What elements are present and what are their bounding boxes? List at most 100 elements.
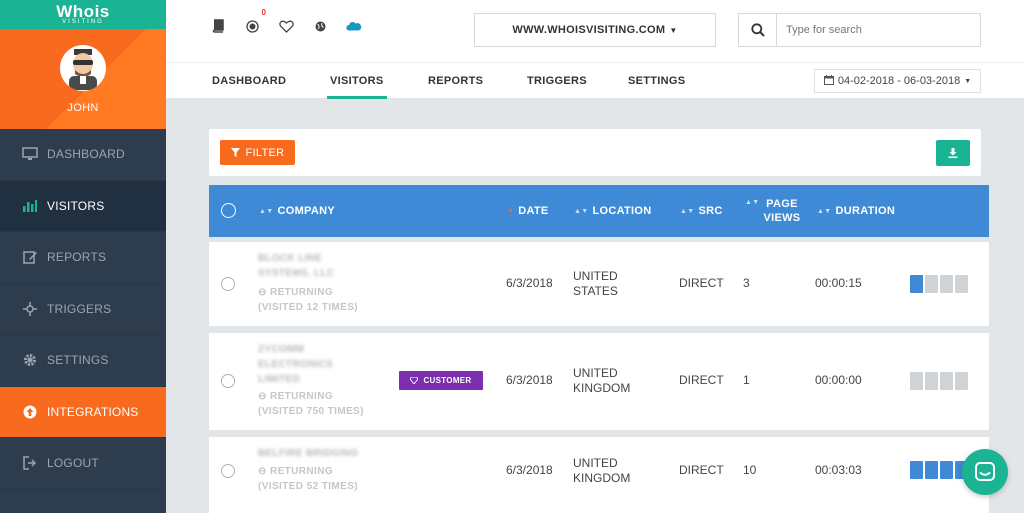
- table-header: ▲▼ COMPANY ▼ DATE ▲▼ LOCATION ▲▼ SRC ▲▼ …: [209, 185, 989, 237]
- row-page-views: 10: [743, 463, 757, 477]
- engagement-bar: [940, 275, 953, 293]
- table-row[interactable]: ZYCOMM ELECTRONICS LIMITED ⊖ RETURNING (…: [209, 333, 989, 430]
- avatar[interactable]: [60, 45, 106, 91]
- sidebar-item-label: SETTINGS: [47, 353, 109, 368]
- tab-reports[interactable]: REPORTS: [428, 63, 483, 99]
- location-line: UNITED: [573, 366, 618, 380]
- company-name[interactable]: BLOCK LINE SYSTEMS, LLC: [258, 251, 334, 281]
- filter-button[interactable]: FILTER: [220, 140, 295, 165]
- company-name-line: ELECTRONICS: [258, 359, 333, 370]
- logout-icon: [20, 456, 40, 470]
- engagement-bar: [955, 372, 968, 390]
- column-label: VIEWS: [763, 212, 801, 224]
- site-select-value: WWW.WHOISVISITING.COM: [512, 24, 666, 36]
- column-duration[interactable]: ▲▼ DURATION: [817, 185, 895, 237]
- profile-name: JOHN: [67, 102, 99, 114]
- visit-info: ⊖ RETURNING (VISITED 12 TIMES): [258, 285, 358, 315]
- sidebar-item-label: LOGOUT: [47, 456, 99, 471]
- row-src: DIRECT: [679, 463, 724, 477]
- profile-panel: JOHN: [0, 29, 166, 129]
- globe-icon[interactable]: [312, 18, 328, 34]
- column-label: COMPANY: [277, 205, 335, 217]
- row-date: 6/3/2018: [506, 276, 553, 290]
- funnel-icon: [230, 148, 240, 157]
- download-button[interactable]: [936, 140, 970, 166]
- search-button[interactable]: [739, 14, 777, 46]
- sidebar-item-triggers[interactable]: TRIGGERS: [0, 284, 166, 335]
- sidebar-item-dashboard[interactable]: DASHBOARD: [0, 129, 166, 181]
- location-line: UNITED: [573, 269, 618, 283]
- company-name-line: BELFIRE BRIDGING: [258, 448, 359, 459]
- engagement-bar: [955, 275, 968, 293]
- location-line: UNITED: [573, 456, 618, 470]
- search-icon: [750, 23, 765, 37]
- row-duration: 00:00:15: [815, 276, 862, 290]
- row-page-views: 1: [743, 373, 750, 387]
- column-label: PAGE: [766, 198, 798, 210]
- notification-icon[interactable]: 0: [244, 8, 266, 34]
- sidebar-item-reports[interactable]: REPORTS: [0, 232, 166, 284]
- returning-icon: ⊖: [258, 466, 267, 477]
- company-name-line: LIMITED: [258, 374, 301, 385]
- logo-subtext: VISITING: [62, 18, 104, 25]
- site-select[interactable]: WWW.WHOISVISITING.COM ▼: [474, 13, 716, 47]
- row-select-radio[interactable]: [221, 464, 235, 478]
- column-date[interactable]: ▼ DATE: [507, 185, 549, 237]
- row-select-radio[interactable]: [221, 277, 235, 291]
- sidebar-item-logout[interactable]: LOGOUT: [0, 438, 166, 490]
- location-line: KINGDOM: [573, 381, 631, 395]
- date-range-value: 04-02-2018 - 06-03-2018: [837, 75, 961, 87]
- sort-icon: ▼: [507, 207, 515, 215]
- select-all-radio[interactable]: [221, 203, 236, 218]
- company-name-line: ZYCOMM: [258, 344, 305, 355]
- table-row[interactable]: BLOCK LINE SYSTEMS, LLC ⊖ RETURNING (VIS…: [209, 242, 989, 326]
- row-page-views: 3: [743, 276, 750, 290]
- column-location[interactable]: ▲▼ LOCATION: [574, 185, 652, 237]
- caret-down-icon: ▼: [964, 77, 972, 85]
- heart-icon[interactable]: [278, 18, 294, 34]
- engagement-bar: [910, 275, 923, 293]
- customer-tag-label: CUSTOMER: [423, 376, 472, 385]
- salesforce-cloud-icon[interactable]: [346, 18, 362, 34]
- sidebar-item-label: REPORTS: [47, 250, 107, 265]
- column-src[interactable]: ▲▼ SRC: [680, 185, 723, 237]
- sidebar-item-integrations[interactable]: INTEGRATIONS: [0, 386, 166, 438]
- tab-settings[interactable]: SETTINGS: [628, 63, 685, 99]
- date-range-picker[interactable]: 04-02-2018 - 06-03-2018 ▼: [814, 69, 981, 93]
- location-line: STATES: [573, 284, 618, 298]
- table-row[interactable]: BELFIRE BRIDGING ⊖ RETURNING (VISITED 52…: [209, 437, 989, 513]
- column-page-views[interactable]: ▲▼ PAGE VIEWS: [745, 185, 800, 237]
- tab-dashboard[interactable]: DASHBOARD: [212, 63, 286, 99]
- engagement-bar: [940, 372, 953, 390]
- monitor-icon: [20, 147, 40, 161]
- tab-bar: DASHBOARD VISITORS REPORTS TRIGGERS SETT…: [166, 62, 1024, 99]
- sidebar-item-visitors[interactable]: VISITORS: [0, 180, 166, 232]
- row-location: UNITED KINGDOM: [573, 366, 630, 396]
- tab-triggers[interactable]: TRIGGERS: [527, 63, 587, 99]
- sidebar-item-settings[interactable]: SETTINGS: [0, 335, 166, 387]
- arrow-up-circle-icon: [20, 405, 40, 419]
- engagement-bar: [925, 461, 938, 479]
- customer-tag[interactable]: CUSTOMER: [399, 371, 483, 390]
- diamond-icon: [410, 377, 419, 384]
- search-input[interactable]: [777, 14, 980, 46]
- column-company[interactable]: ▲▼ COMPANY: [259, 185, 335, 237]
- sort-icon: ▲▼: [817, 207, 832, 215]
- chat-icon: [975, 462, 995, 481]
- company-name[interactable]: ZYCOMM ELECTRONICS LIMITED: [258, 342, 333, 387]
- chat-launcher-button[interactable]: [962, 449, 1008, 495]
- logo[interactable]: Whois VISITING: [0, 0, 166, 29]
- engagement-bar: [925, 275, 938, 293]
- row-select-radio[interactable]: [221, 374, 235, 388]
- tab-visitors[interactable]: VISITORS: [327, 63, 387, 99]
- column-label: SRC: [698, 205, 723, 217]
- download-icon: [948, 148, 958, 158]
- engagement-bar: [940, 461, 953, 479]
- edit-icon: [20, 250, 40, 264]
- row-duration: 00:03:03: [815, 463, 862, 477]
- company-name[interactable]: BELFIRE BRIDGING: [258, 446, 358, 461]
- row-src: DIRECT: [679, 276, 724, 290]
- engagement-meter: [910, 461, 968, 479]
- gear-icon: [20, 353, 40, 367]
- book-icon[interactable]: [210, 18, 226, 34]
